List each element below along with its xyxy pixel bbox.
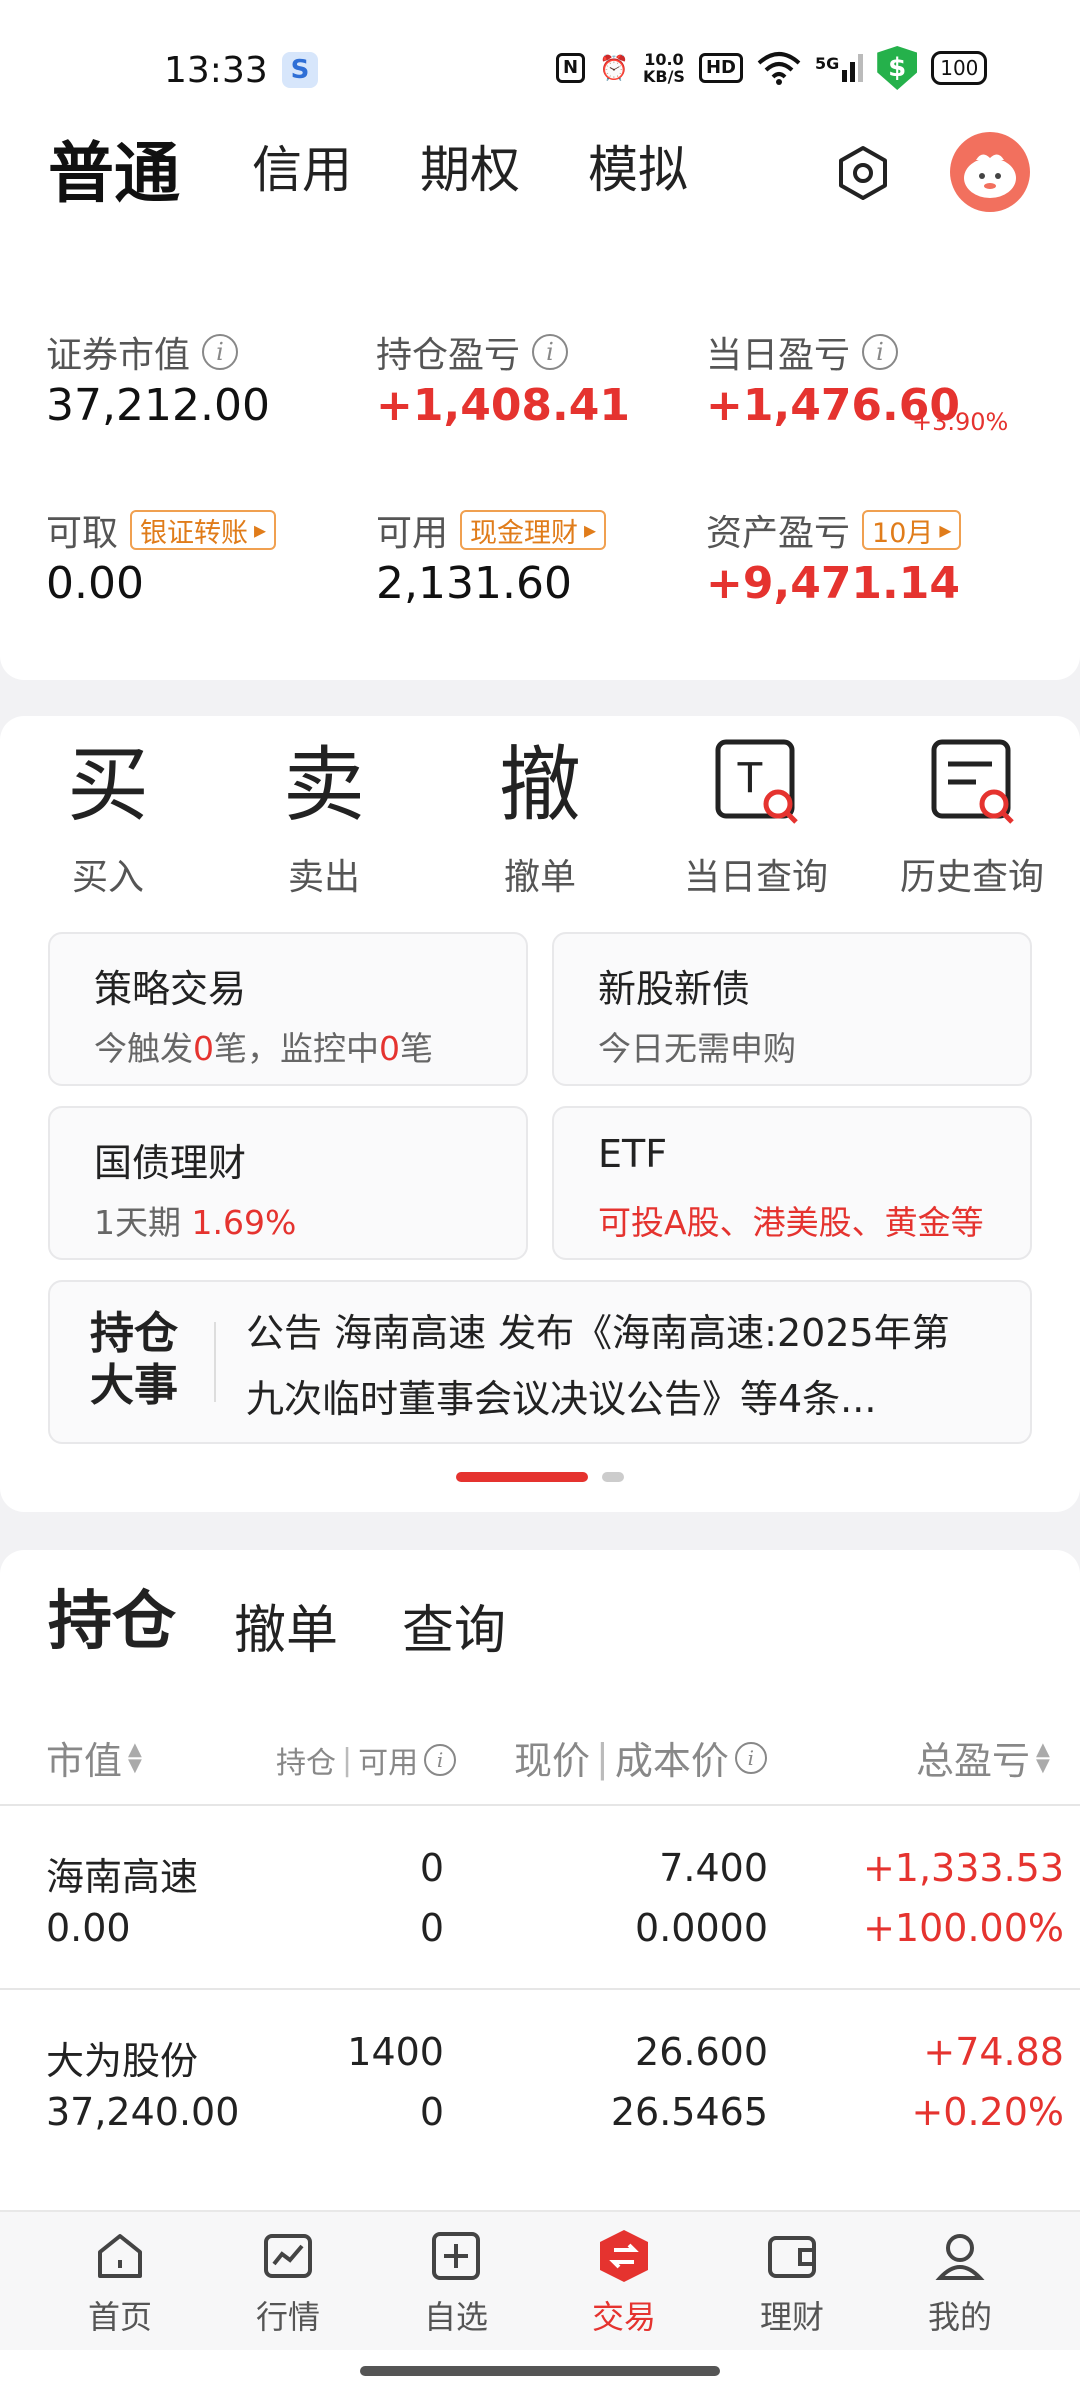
- buy-button[interactable]: 买 买入: [8, 736, 208, 900]
- etf-card[interactable]: ETF 可投A股、港美股、黄金等: [552, 1106, 1032, 1260]
- news-text: 公告 海南高速 发布《海南高速:2025年第九次临时董事会议决议公告》等4条..…: [246, 1311, 950, 1421]
- info-icon[interactable]: i: [532, 334, 569, 370]
- tab-simulation[interactable]: 模拟: [588, 130, 688, 202]
- tab-options[interactable]: 期权: [420, 130, 520, 202]
- account-type-tabs: 普通 信用 期权 模拟: [0, 120, 1080, 230]
- trade-functions-card: 买 买入 卖 卖出 撤 撤单 T 当日查询 历史查询 策略交易 今触发0笔，监控…: [0, 716, 1080, 1512]
- sort-icon: ▲ ▼: [1036, 1738, 1050, 1776]
- withdrawable-value: 0.00: [46, 558, 144, 609]
- network-speed: 10.0 KB/S: [642, 50, 685, 86]
- battery-icon: 100: [931, 51, 988, 85]
- add-watchlist-icon: [432, 2232, 480, 2280]
- home-indicator[interactable]: [360, 2366, 720, 2376]
- sell-button[interactable]: 卖 卖出: [224, 736, 424, 900]
- sell-icon: 卖: [282, 738, 365, 833]
- nfc-icon: N: [556, 53, 586, 83]
- position-pl: +1,408.41: [376, 380, 630, 431]
- holding-news-card[interactable]: 持仓大事 公告 海南高速 发布《海南高速:2025年第九次临时董事会议决议公告》…: [48, 1280, 1032, 1444]
- treasury-bond-card[interactable]: 国债理财 1天期 1.69%: [48, 1106, 528, 1260]
- tab-holdings[interactable]: 持仓: [44, 1570, 176, 1662]
- signal-icon: 5G: [815, 54, 864, 82]
- cancel-order-button[interactable]: 撤 撤单: [440, 736, 640, 900]
- strategy-trading-card[interactable]: 策略交易 今触发0笔，监控中0笔: [48, 932, 528, 1086]
- cash-management-button[interactable]: 现金理财: [460, 510, 607, 550]
- settings-icon[interactable]: [832, 142, 894, 204]
- tab-normal[interactable]: 普通: [44, 120, 180, 216]
- tab-query[interactable]: 查询: [402, 1588, 506, 1663]
- market-value: 37,212.00: [46, 380, 270, 431]
- nav-wealth[interactable]: 理财: [732, 2228, 852, 2338]
- info-icon[interactable]: i: [424, 1744, 457, 1776]
- history-query-icon: [872, 736, 1072, 836]
- history-query-button[interactable]: 历史查询: [872, 736, 1072, 900]
- col-price-cost: 现价 | 成本价 i: [514, 1730, 767, 1785]
- home-icon: [98, 2234, 142, 2278]
- asset-summary-card: 证券市值 i 37,212.00 持仓盈亏 i +1,408.41 当日盈亏 i +1…: [0, 230, 1080, 680]
- tab-credit[interactable]: 信用: [252, 130, 352, 202]
- today-query-icon: T: [656, 736, 856, 836]
- news-head: 持仓大事: [90, 1308, 178, 1411]
- wallet-icon: [768, 2236, 816, 2278]
- page-indicator: [456, 1472, 624, 1482]
- withdrawable-label: 可取 银证转账: [46, 504, 277, 556]
- nav-profile[interactable]: 我的: [900, 2228, 1020, 2338]
- nav-home[interactable]: 首页: [60, 2228, 180, 2338]
- info-icon[interactable]: i: [862, 334, 899, 370]
- hd-icon: HD: [698, 53, 743, 83]
- app-notification-icon: S: [282, 52, 318, 88]
- nav-market[interactable]: 行情: [228, 2228, 348, 2338]
- alarm-icon: ⏰: [599, 54, 629, 82]
- available-value: 2,131.60: [376, 558, 572, 609]
- avatar[interactable]: [950, 132, 1030, 212]
- status-bar: 13:33 S N ⏰ 10.0 KB/S HD 5G $ 100: [0, 0, 1080, 140]
- col-market-value[interactable]: 市值 ▲ ▼: [46, 1730, 142, 1785]
- market-chart-icon: [264, 2234, 312, 2278]
- sort-icon: ▲ ▼: [128, 1738, 142, 1776]
- info-icon[interactable]: i: [202, 334, 239, 370]
- col-position-available: 持仓 | 可用 i: [276, 1738, 457, 1782]
- info-icon[interactable]: i: [734, 1741, 767, 1774]
- available-label: 可用 现金理财: [376, 504, 607, 556]
- position-pl-label: 持仓盈亏 i: [376, 326, 569, 378]
- today-query-button[interactable]: T 当日查询: [656, 736, 856, 900]
- month-select-button[interactable]: 10月: [862, 510, 962, 550]
- bottom-navigation: 首页 行情 自选 交易 理财 我的: [0, 2210, 1080, 2350]
- market-value-label: 证券市值 i: [46, 326, 239, 378]
- svg-text:T: T: [737, 753, 764, 802]
- nav-watchlist[interactable]: 自选: [396, 2228, 516, 2338]
- wifi-icon: [757, 52, 801, 85]
- ipo-card[interactable]: 新股新债 今日无需申购: [552, 932, 1032, 1086]
- tab-cancel[interactable]: 撤单: [234, 1588, 338, 1663]
- profile-icon: [935, 2234, 985, 2280]
- asset-pl-label: 资产盈亏 10月: [706, 504, 962, 556]
- nav-trade[interactable]: 交易: [564, 2228, 684, 2338]
- asset-pl: +9,471.14: [706, 558, 960, 609]
- security-shield-icon: $: [877, 46, 918, 90]
- day-pl-percent: +3.90%: [912, 408, 1009, 436]
- buy-icon: 买: [66, 738, 149, 833]
- cancel-order-icon: 撤: [498, 738, 581, 833]
- holdings-section: 持仓 撤单 查询 市值 ▲ ▼ 持仓 | 可用 i 现价 | 成本价 i 总盈亏 ▲ ▼ 海南高速 …: [0, 1550, 1080, 2210]
- bank-transfer-button[interactable]: 银证转账: [130, 510, 277, 550]
- status-time: 13:33: [164, 50, 268, 91]
- trade-icon: [600, 2230, 648, 2282]
- col-total-pl[interactable]: 总盈亏 ▲ ▼: [916, 1730, 1050, 1785]
- day-pl-label: 当日盈亏 i: [706, 326, 899, 378]
- status-icons: N ⏰ 10.0 KB/S HD 5G $ 100: [556, 46, 988, 90]
